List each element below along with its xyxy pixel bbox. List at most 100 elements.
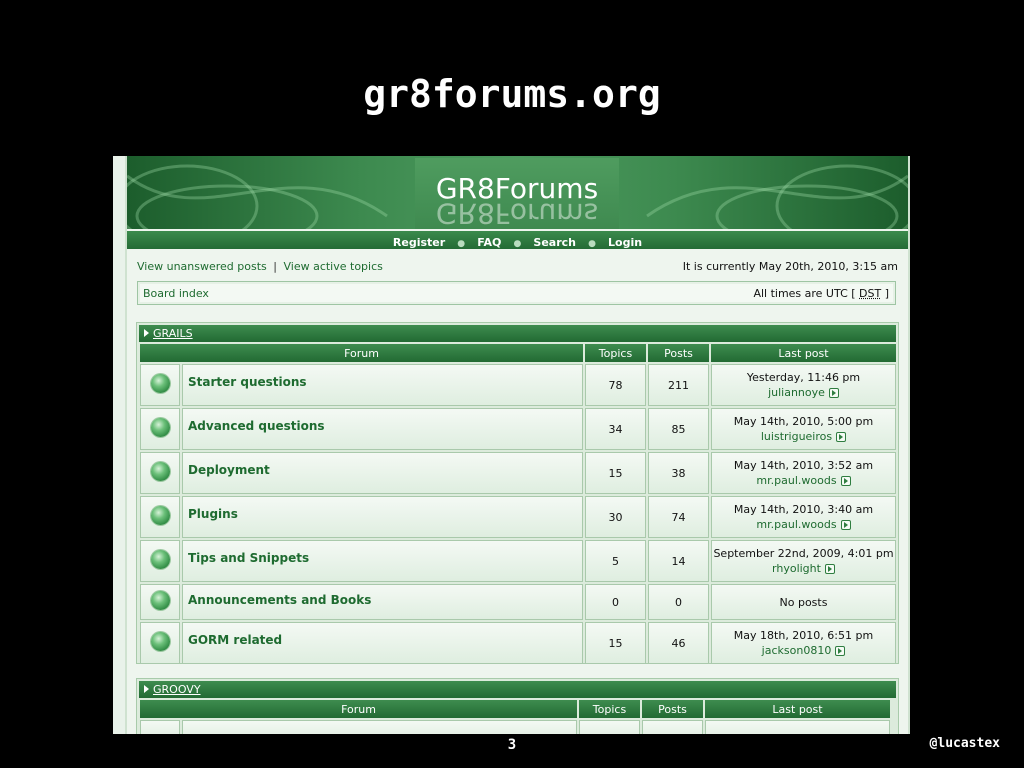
forum-read-icon <box>150 462 170 481</box>
forum-status-cell <box>140 720 180 734</box>
forum-name-cell: Tips and Snippets <box>182 540 583 582</box>
col-posts: Posts <box>642 700 703 718</box>
goto-post-icon[interactable] <box>840 476 851 486</box>
forum-name-cell <box>182 720 577 734</box>
forum-name-cell: Advanced questions <box>182 408 583 450</box>
forum-name-cell: Plugins <box>182 496 583 538</box>
dst-abbr: DST <box>859 287 882 300</box>
forum-read-icon <box>150 506 170 525</box>
site-logo[interactable]: GR8Forums GR8Forums <box>415 158 619 229</box>
category-header: GRAILS <box>139 325 896 342</box>
topics-count: 30 <box>585 496 646 538</box>
breadcrumb: Board index All times are UTC [ DST ] <box>137 281 896 305</box>
nav-register-link[interactable]: Register <box>393 236 445 249</box>
forum-read-icon <box>150 418 170 437</box>
forum-link[interactable]: Tips and Snippets <box>188 551 309 565</box>
col-topics: Topics <box>585 344 646 362</box>
category-name-grails[interactable]: GRAILS <box>153 327 193 340</box>
posts-count: 85 <box>648 408 709 450</box>
posts-count: 38 <box>648 452 709 494</box>
forum-read-icon <box>150 591 170 610</box>
forum-link[interactable]: Announcements and Books <box>188 593 371 607</box>
forum-row: Announcements and Books 0 0 No posts <box>140 584 896 620</box>
last-post-user[interactable]: jackson0810 <box>762 644 832 657</box>
forum-status-cell <box>140 584 180 620</box>
category-grails: GRAILS Forum Topics Posts Last post Star… <box>136 322 899 664</box>
goto-post-icon[interactable] <box>828 388 839 398</box>
forum-status-cell <box>140 622 180 664</box>
view-active-link[interactable]: View active topics <box>283 260 382 273</box>
slide-title: gr8forums.org <box>363 72 661 116</box>
forum-status-cell <box>140 540 180 582</box>
forum-table: Forum Topics Posts Last post Starter que… <box>138 342 898 666</box>
nav-search-link[interactable]: Search <box>533 236 576 249</box>
forum-link[interactable]: Starter questions <box>188 375 307 389</box>
last-post-user[interactable]: mr.paul.woods <box>756 474 836 487</box>
last-post-user[interactable]: rhyolight <box>772 562 821 575</box>
nav-faq-link[interactable]: FAQ <box>477 236 501 249</box>
category-name-groovy[interactable]: GROOVY <box>153 683 201 696</box>
view-unanswered-link[interactable]: View unanswered posts <box>137 260 267 273</box>
nav-login-link[interactable]: Login <box>608 236 642 249</box>
forum-name-cell: Starter questions <box>182 364 583 406</box>
posts-count: 74 <box>648 496 709 538</box>
forum-status-cell <box>140 408 180 450</box>
last-post-cell: May 14th, 2010, 3:52 am mr.paul.woods <box>711 452 896 494</box>
forum-link[interactable]: Plugins <box>188 507 238 521</box>
last-post-cell: May 14th, 2010, 3:40 am mr.paul.woods <box>711 496 896 538</box>
board-index-link[interactable]: Board index <box>143 287 209 300</box>
posts-count <box>642 720 703 734</box>
forum-name-cell: Deployment <box>182 452 583 494</box>
forum-status-cell <box>140 452 180 494</box>
forum-table: Forum Topics Posts Last post <box>138 698 892 734</box>
nav-separator: ● <box>513 239 522 249</box>
posts-count: 46 <box>648 622 709 664</box>
topics-count: 78 <box>585 364 646 406</box>
last-post-date: No posts <box>779 595 828 609</box>
goto-post-icon[interactable] <box>824 564 835 574</box>
current-datetime: It is currently May 20th, 2010, 3:15 am <box>682 260 898 273</box>
forum-read-icon <box>150 632 170 651</box>
expand-arrow-icon <box>144 329 149 337</box>
goto-post-icon[interactable] <box>835 646 846 656</box>
nav-bar: Register ● FAQ ● Search ● Login <box>127 231 908 249</box>
last-post-cell <box>705 720 890 734</box>
forum-row: Tips and Snippets 5 14 September 22nd, 2… <box>140 540 896 582</box>
last-post-date: May 14th, 2010, 5:00 pm <box>733 415 874 428</box>
forum-row: Advanced questions 34 85 May 14th, 2010,… <box>140 408 896 450</box>
forum-read-icon <box>150 374 170 393</box>
col-last-post: Last post <box>705 700 890 718</box>
col-last-post: Last post <box>711 344 896 362</box>
forum-page: GR8Forums GR8Forums Register ● FAQ ● Sea… <box>125 156 910 734</box>
last-post-date: May 14th, 2010, 3:52 am <box>733 459 874 472</box>
forum-status-cell <box>140 496 180 538</box>
last-post-cell: May 18th, 2010, 6:51 pm jackson0810 <box>711 622 896 664</box>
table-header-row: Forum Topics Posts Last post <box>140 344 896 362</box>
last-post-user[interactable]: mr.paul.woods <box>756 518 836 531</box>
link-separator: | <box>273 260 277 273</box>
col-forum: Forum <box>140 344 583 362</box>
goto-post-icon[interactable] <box>840 520 851 530</box>
forum-link[interactable]: Advanced questions <box>188 419 325 433</box>
last-post-cell: September 22nd, 2009, 4:01 pm rhyolight <box>711 540 896 582</box>
topics-count: 15 <box>585 452 646 494</box>
goto-post-icon[interactable] <box>836 432 847 442</box>
site-banner: GR8Forums GR8Forums <box>127 156 908 229</box>
forum-link[interactable]: Deployment <box>188 463 270 477</box>
forum-name-cell: GORM related <box>182 622 583 664</box>
topics-count: 34 <box>585 408 646 450</box>
last-post-cell: May 14th, 2010, 5:00 pm luistrigueiros <box>711 408 896 450</box>
nav-separator: ● <box>588 239 596 249</box>
forum-link[interactable]: GORM related <box>188 633 282 647</box>
last-post-date: May 14th, 2010, 3:40 am <box>733 503 874 516</box>
col-topics: Topics <box>579 700 640 718</box>
forum-name-cell: Announcements and Books <box>182 584 583 620</box>
last-post-user[interactable]: luistrigueiros <box>761 430 832 443</box>
last-post-date: May 18th, 2010, 6:51 pm <box>733 629 874 642</box>
timezone-info: All times are UTC [ DST ] <box>753 287 889 300</box>
posts-count: 211 <box>648 364 709 406</box>
last-post-user[interactable]: juliannoye <box>768 386 825 399</box>
category-groovy: GROOVY Forum Topics Posts Last post <box>136 678 899 734</box>
top-links: View unanswered posts | View active topi… <box>137 260 383 273</box>
last-post-date: Yesterday, 11:46 pm <box>746 371 861 384</box>
